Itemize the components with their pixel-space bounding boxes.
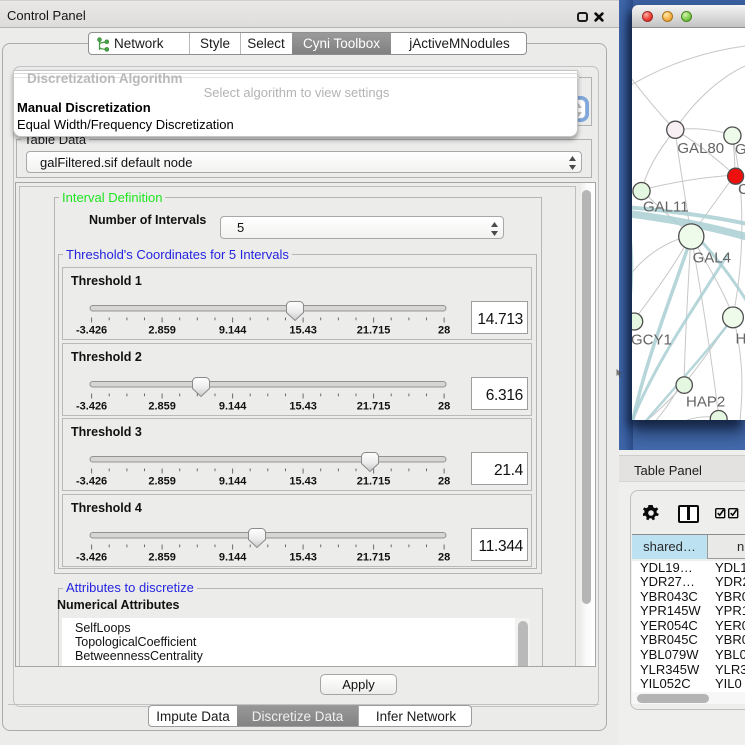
svg-text:GA: GA [735,141,745,158]
svg-text:-3.426: -3.426 [76,325,107,337]
svg-text:28: 28 [438,551,450,563]
svg-text:28: 28 [438,400,450,412]
svg-text:C: C [738,181,745,198]
svg-text:21.715: 21.715 [357,400,391,412]
svg-text:2.859: 2.859 [148,325,176,337]
svg-text:28: 28 [438,325,450,337]
svg-text:GAL4: GAL4 [693,250,731,267]
svg-text:21.715: 21.715 [357,551,391,563]
svg-text:-3.426: -3.426 [76,551,107,563]
svg-text:GCY1: GCY1 [632,332,672,349]
svg-text:GAL11: GAL11 [643,199,689,216]
svg-text:HAP2: HAP2 [686,394,725,411]
svg-text:9.144: 9.144 [219,325,247,337]
svg-text:2.859: 2.859 [148,400,176,412]
svg-text:15.43: 15.43 [289,476,317,488]
svg-text:-3.426: -3.426 [76,476,107,488]
svg-text:9.144: 9.144 [219,476,247,488]
svg-text:15.43: 15.43 [289,325,317,337]
svg-text:GAL80: GAL80 [677,140,724,157]
svg-text:9.144: 9.144 [219,400,247,412]
svg-text:15.43: 15.43 [289,400,317,412]
svg-text:-3.426: -3.426 [76,400,107,412]
svg-text:9.144: 9.144 [219,551,247,563]
svg-text:2.859: 2.859 [148,476,176,488]
svg-text:21.715: 21.715 [357,325,391,337]
svg-text:21.715: 21.715 [357,476,391,488]
svg-text:15.43: 15.43 [289,551,317,563]
svg-text:2.859: 2.859 [148,551,176,563]
svg-text:H: H [736,331,745,348]
svg-text:28: 28 [438,476,450,488]
